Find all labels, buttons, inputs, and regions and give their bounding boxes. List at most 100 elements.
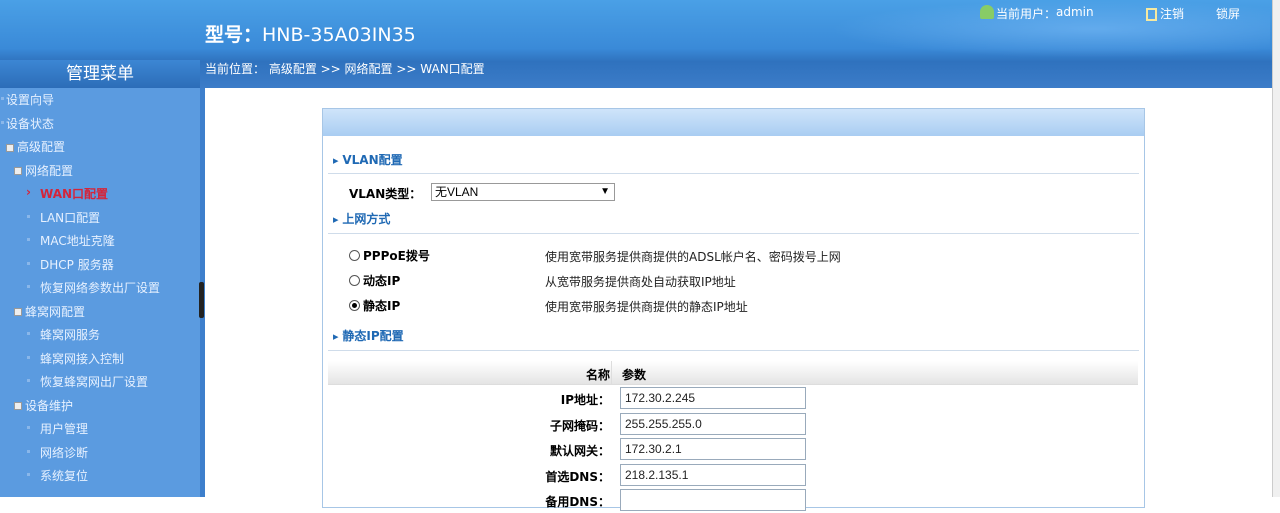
model-value: HNB-35A03IN35 — [262, 24, 416, 46]
sidebar-item[interactable]: 设置向导 — [1, 91, 55, 108]
sidebar-item-label: 网络配置 — [25, 163, 74, 178]
sidebar-item[interactable]: 设备状态 — [1, 115, 55, 132]
field-row: 首选DNS： 218.2.135.1 — [328, 463, 1138, 488]
vlan-type-select[interactable]: 无VLAN ▼ — [431, 183, 615, 201]
bullet-icon — [27, 332, 30, 335]
sidebar-item[interactable]: 高级配置 — [6, 138, 65, 155]
radio-icon[interactable] — [349, 275, 360, 286]
sidebar-item[interactable]: 蜂窝网配置 — [14, 303, 85, 320]
sidebar-item-label: MAC地址克隆 — [40, 234, 115, 248]
bullet-icon — [1, 120, 4, 124]
logout-icon — [1146, 8, 1158, 21]
field-label: 首选DNS： — [545, 469, 610, 484]
user-bar: 当前用户： admin 注销 锁屏 — [980, 5, 1240, 22]
bullet-icon — [27, 214, 30, 218]
current-user: admin — [1056, 5, 1094, 19]
field-row: 默认网关： 172.30.2.1 — [328, 437, 1138, 462]
wan-mode-section-title[interactable]: 上网方式 — [333, 210, 390, 227]
field-label: IP地址： — [560, 393, 610, 407]
arrow-icon: › — [26, 185, 31, 199]
sidebar-item[interactable]: MAC地址克隆 — [27, 232, 115, 249]
bullet-icon — [27, 449, 30, 453]
field-input[interactable]: 172.30.2.1 — [620, 438, 806, 460]
radio-label: 动态IP — [363, 274, 401, 288]
user-icon — [980, 5, 994, 19]
radio-icon[interactable] — [349, 300, 360, 311]
sidebar-item[interactable]: 系统复位 — [27, 467, 88, 484]
sidebar-item-label: 蜂窝网服务 — [40, 328, 101, 342]
sidebar-item[interactable]: 恢复蜂窝网出厂设置 — [27, 373, 148, 390]
field-row: 备用DNS： — [328, 488, 1138, 513]
collapse-icon[interactable] — [14, 402, 22, 410]
sidebar-item[interactable]: 恢复网络参数出厂设置 — [27, 279, 161, 296]
sidebar-item-label: 高级配置 — [17, 140, 66, 154]
sidebar-item-label: 网络诊断 — [40, 445, 89, 460]
col-param: 参数 — [622, 368, 647, 382]
wan-mode-desc: 使用宽带服务提供商提供的静态IP地址 — [545, 300, 748, 314]
logout-button[interactable]: 注销 — [1146, 5, 1216, 22]
field-label: 备用DNS： — [545, 495, 610, 509]
wan-mode-radio[interactable]: 动态IP — [349, 272, 400, 289]
wan-mode-radio[interactable]: PPPoE拨号 — [349, 247, 430, 264]
sidebar-item[interactable]: LAN口配置 — [27, 209, 101, 226]
sidebar-item[interactable]: 用户管理 — [27, 420, 88, 437]
sidebar-item-label: 蜂窝网接入控制 — [40, 351, 125, 366]
wan-mode-desc: 使用宽带服务提供商提供的ADSL帐户名、密码拨号上网 — [545, 250, 841, 264]
wan-config-panel: VLAN配置 VLAN类型： 无VLAN▼ 上网方式 PPPoE拨号使用宽带服务… — [322, 108, 1145, 511]
vlan-section-title[interactable]: VLAN配置 — [333, 151, 402, 168]
wan-mode-radio[interactable]: 静态IP — [349, 297, 400, 314]
sidebar-item[interactable]: › WAN口配置 — [26, 185, 108, 202]
bullet-icon — [27, 285, 30, 288]
divider — [328, 173, 1139, 174]
col-name: 名称 — [585, 368, 610, 382]
sidebar-item[interactable]: 蜂窝网接入控制 — [27, 350, 125, 367]
scrollbar[interactable] — [1272, 0, 1280, 497]
radio-icon[interactable] — [349, 250, 360, 261]
logout-label: 注销 — [1160, 7, 1185, 21]
vlan-type-value: 无VLAN — [435, 185, 479, 199]
sidebar: 设置向导设备状态高级配置网络配置 › WAN口配置 LAN口配置 MAC地址克隆 DHCP… — [0, 88, 200, 497]
field-label: 子网掩码： — [549, 418, 610, 433]
field-row: IP地址： 172.30.2.245 — [328, 386, 1138, 411]
wan-mode-desc: 从宽带服务提供商处自动获取IP地址 — [545, 275, 736, 289]
sidebar-item-label: 恢复网络参数出厂设置 — [40, 281, 161, 295]
field-row: 子网掩码： 255.255.255.0 — [328, 412, 1138, 437]
sidebar-item[interactable]: 网络诊断 — [27, 444, 89, 461]
model-title: 型号：HNB-35A03IN35 — [205, 20, 416, 47]
sidebar-item-label: 设备状态 — [6, 116, 55, 131]
field-input[interactable]: 255.255.255.0 — [620, 412, 806, 435]
current-user-label: 当前用户： — [996, 7, 1057, 21]
field-input[interactable] — [620, 489, 806, 511]
sidebar-item-label: 设置向导 — [6, 93, 55, 107]
sidebar-item-label: DHCP 服务器 — [40, 257, 114, 272]
bullet-icon — [27, 355, 30, 359]
collapse-icon[interactable] — [14, 167, 22, 175]
lock-screen-button[interactable]: 锁屏 — [1216, 5, 1240, 22]
sidebar-item[interactable]: DHCP 服务器 — [27, 256, 114, 273]
collapse-icon[interactable] — [14, 308, 22, 316]
divider — [328, 350, 1139, 351]
field-label: 默认网关： — [549, 444, 610, 458]
vlan-type-label: VLAN类型： — [349, 187, 422, 201]
sidebar-item[interactable]: 蜂窝网服务 — [27, 326, 101, 343]
field-input[interactable]: 218.2.135.1 — [620, 463, 806, 486]
static-ip-section-title[interactable]: 静态IP配置 — [333, 327, 403, 344]
menu-title: 管理菜单 — [0, 60, 200, 88]
sidebar-item[interactable]: 网络配置 — [14, 162, 73, 179]
sidebar-collapse-handle[interactable] — [199, 282, 204, 318]
sidebar-item-label: LAN口配置 — [40, 210, 101, 225]
sidebar-item[interactable]: 设备维护 — [14, 397, 73, 414]
panel-header — [323, 109, 1144, 136]
breadcrumb: 当前位置： 高级配置 >> 网络配置 >> WAN口配置 — [205, 62, 485, 76]
chevron-down-icon: ▼ — [600, 186, 610, 197]
field-input[interactable]: 172.30.2.245 — [620, 387, 806, 409]
bullet-icon — [27, 261, 30, 265]
collapse-icon[interactable] — [6, 143, 14, 152]
radio-label: 静态IP — [363, 299, 401, 313]
bullet-icon — [27, 238, 30, 241]
radio-label: PPPoE拨号 — [363, 249, 430, 263]
col-separator — [611, 361, 612, 385]
table-header: 名称 参数 — [328, 361, 1138, 385]
header-banner: 型号：HNB-35A03IN35 当前用户： admin 注销 锁屏 管理菜单 … — [0, 0, 1272, 88]
divider — [328, 233, 1139, 234]
